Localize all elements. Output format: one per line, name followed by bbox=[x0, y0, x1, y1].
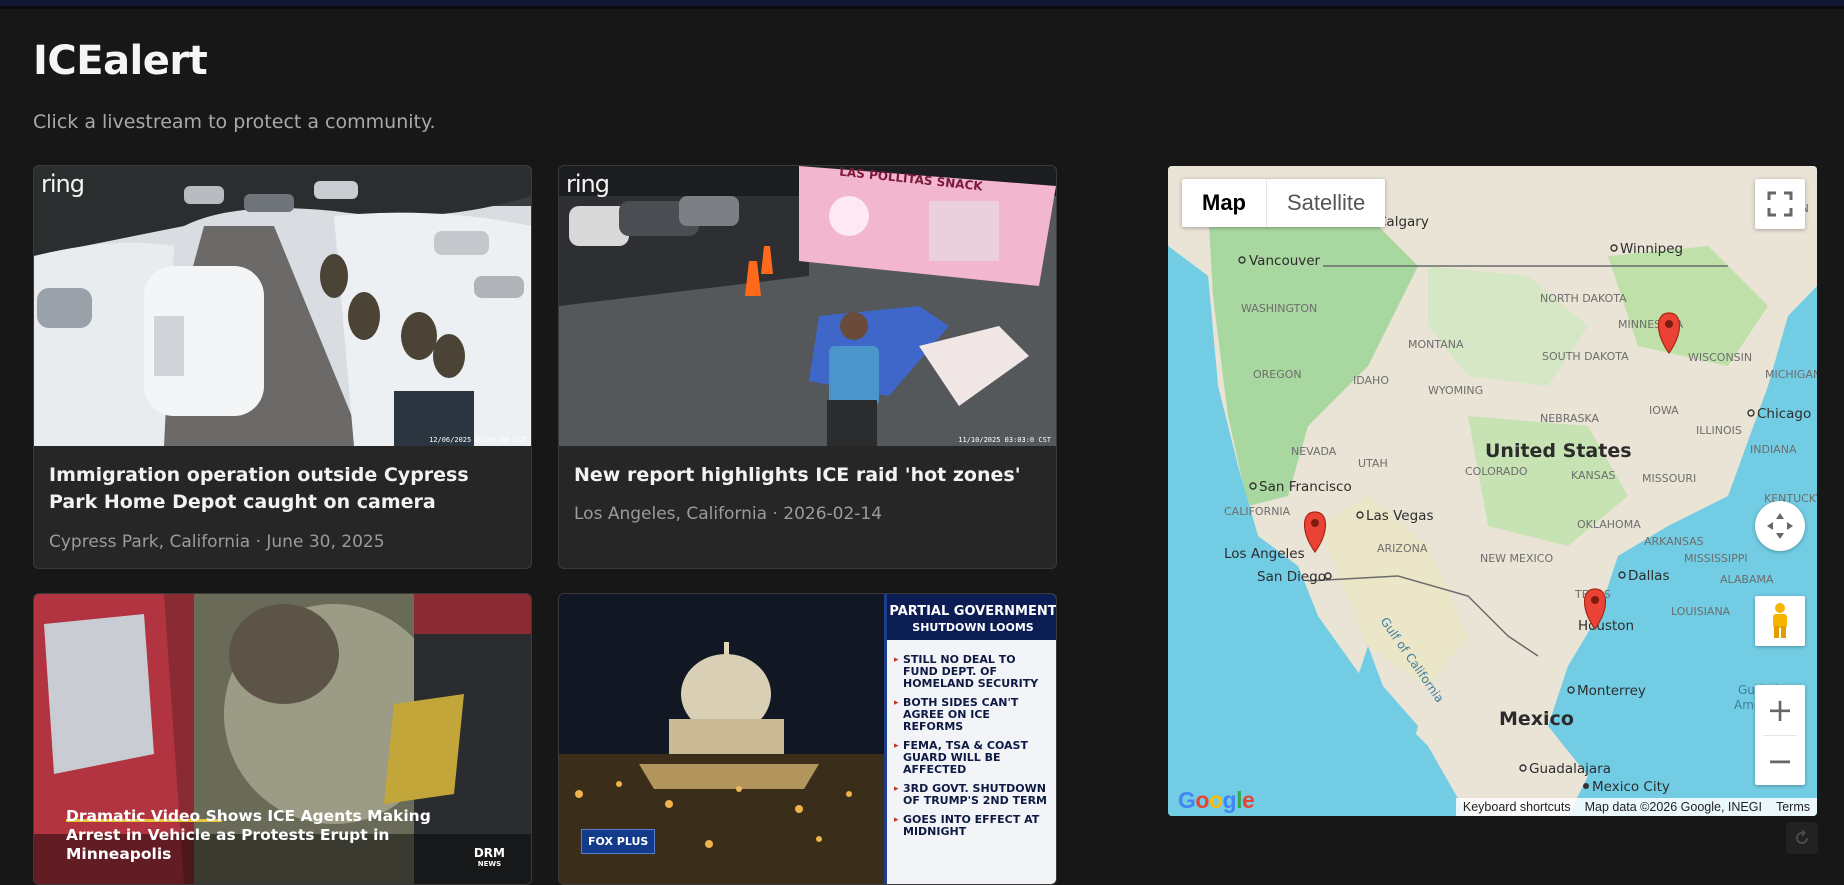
region-label: ARKANSAS bbox=[1644, 535, 1704, 548]
fox-plus-logo: FOX PLUS bbox=[581, 829, 656, 854]
region-label: NORTH DAKOTA bbox=[1540, 292, 1627, 305]
map-type-toggle[interactable]: Map Satellite bbox=[1182, 179, 1386, 227]
city-label: Vancouver bbox=[1249, 253, 1321, 269]
map-attribution: Keyboard shortcuts Map data ©2026 Google… bbox=[1455, 798, 1817, 816]
region-label: INDIANA bbox=[1750, 443, 1797, 456]
livestream-card-cypress-park[interactable]: ring 12/06/2025 01:54:08 CST Immigration… bbox=[33, 165, 532, 569]
night-food-truck-image bbox=[559, 166, 1056, 446]
city-label: Las Vegas bbox=[1366, 508, 1434, 524]
country-label: Mexico bbox=[1499, 708, 1574, 730]
camera-timestamp: 12/06/2025 01:54:08 CST bbox=[429, 436, 526, 444]
pan-arrows-icon bbox=[1767, 513, 1793, 539]
zoom-out-button[interactable]: − bbox=[1755, 736, 1805, 786]
news-ticker-panel: PARTIAL GOVERNMENT SHUTDOWN LOOMS STILL … bbox=[884, 594, 1056, 884]
region-label: MICHIGAN bbox=[1765, 368, 1817, 381]
livestream-thumbnail[interactable]: ring 12/06/2025 01:54:08 CST bbox=[34, 166, 531, 446]
region-label: OREGON bbox=[1253, 368, 1302, 381]
region-label: ILLINOIS bbox=[1696, 424, 1742, 437]
region-label: NEW MEXICO bbox=[1480, 552, 1553, 565]
card-title[interactable]: Immigration operation outside Cypress Pa… bbox=[49, 462, 516, 516]
card-meta: Los Angeles, California · 2026-02-14 bbox=[574, 504, 883, 524]
livestream-card-minneapolis-arrest[interactable]: Dramatic Video Shows ICE Agents Making A… bbox=[33, 593, 532, 885]
terms-link[interactable]: Terms bbox=[1768, 798, 1817, 816]
fullscreen-icon bbox=[1767, 191, 1793, 217]
city-label: Monterrey bbox=[1577, 683, 1646, 699]
livestream-thumbnail[interactable]: ring 11/10/2025 03:03:0 CST LAS POLLITAS… bbox=[559, 166, 1056, 446]
region-label: MISSOURI bbox=[1642, 472, 1696, 485]
camera-timestamp: 11/10/2025 03:03:0 CST bbox=[958, 436, 1051, 444]
news-headline: PARTIAL GOVERNMENT SHUTDOWN LOOMS bbox=[887, 594, 1056, 640]
news-bullets: STILL NO DEAL TO FUND DEPT. OF HOMELAND … bbox=[887, 640, 1056, 838]
headline-line-1: PARTIAL GOVERNMENT bbox=[889, 604, 1056, 619]
city-label: Los Angeles bbox=[1224, 546, 1305, 562]
region-label: UTAH bbox=[1358, 457, 1388, 470]
city-label: Winnipeg bbox=[1620, 241, 1683, 257]
country-label: United States bbox=[1485, 440, 1632, 462]
city-label: Dallas bbox=[1628, 568, 1669, 584]
region-label: ARIZONA bbox=[1377, 542, 1428, 555]
region-label: KANSAS bbox=[1571, 469, 1615, 482]
page-subtitle: Click a livestream to protect a communit… bbox=[33, 111, 436, 133]
map-data-credit: Map data ©2026 Google, INEGI bbox=[1577, 798, 1769, 816]
region-label: OKLAHOMA bbox=[1577, 518, 1641, 531]
region-label: LOUISIANA bbox=[1671, 605, 1731, 618]
news-bullet: BOTH SIDES CAN'T AGREE ON ICE REFORMS bbox=[894, 697, 1053, 733]
region-label: SOUTH DAKOTA bbox=[1542, 350, 1629, 363]
map-canvas[interactable]: WASHINGTON MONTANA NORTH DAKOTA MINNESOT… bbox=[1168, 166, 1817, 816]
incident-map[interactable]: WASHINGTON MONTANA NORTH DAKOTA MINNESOT… bbox=[1168, 166, 1817, 816]
region-label: COLORADO bbox=[1465, 465, 1528, 478]
region-label: WYOMING bbox=[1428, 384, 1483, 397]
refresh-icon bbox=[1796, 829, 1808, 844]
news-bullet: STILL NO DEAL TO FUND DEPT. OF HOMELAND … bbox=[894, 654, 1053, 690]
livestream-card-shutdown[interactable]: PARTIAL GOVERNMENT SHUTDOWN LOOMS STILL … bbox=[558, 593, 1057, 885]
city-label: Chicago bbox=[1757, 406, 1811, 422]
news-bullet: FEMA, TSA & COAST GUARD WILL BE AFFECTED bbox=[894, 740, 1053, 776]
pegman-icon bbox=[1773, 603, 1787, 638]
headline-line-2: SHUTDOWN LOOMS bbox=[912, 621, 1034, 634]
region-label: IDAHO bbox=[1353, 374, 1389, 387]
drm-logo-text: DRM bbox=[473, 846, 505, 860]
drm-news-logo: DRM NEWS bbox=[473, 846, 505, 870]
region-label: WASHINGTON bbox=[1241, 302, 1317, 315]
top-border bbox=[0, 0, 1844, 9]
news-bullet: GOES INTO EFFECT AT MIDNIGHT bbox=[894, 814, 1053, 838]
region-label: WISCONSIN bbox=[1688, 351, 1752, 364]
fullscreen-button[interactable] bbox=[1755, 179, 1805, 229]
google-logo: Google bbox=[1178, 787, 1255, 813]
city-label: Houston bbox=[1578, 618, 1634, 634]
map-type-satellite-button[interactable]: Satellite bbox=[1267, 179, 1385, 227]
city-label: San Diego bbox=[1257, 569, 1326, 585]
map-pan-control[interactable] bbox=[1755, 501, 1805, 551]
video-caption: Dramatic Video Shows ICE Agents Making A… bbox=[66, 807, 431, 863]
region-label: IOWA bbox=[1649, 404, 1679, 417]
page-title: ICEalert bbox=[33, 38, 208, 84]
city-label: Guadalajara bbox=[1529, 761, 1611, 777]
news-bullet: 3RD GOVT. SHUTDOWN OF TRUMP'S 2ND TERM bbox=[894, 783, 1053, 807]
snowy-parking-lot-image bbox=[34, 166, 531, 446]
city-label: Mexico City bbox=[1592, 779, 1670, 795]
city-label: San Francisco bbox=[1259, 479, 1352, 495]
region-label: CALIFORNIA bbox=[1224, 505, 1291, 518]
card-title[interactable]: New report highlights ICE raid 'hot zone… bbox=[574, 462, 1041, 489]
region-label: MISSISSIPPI bbox=[1684, 552, 1748, 565]
keyboard-shortcuts-link[interactable]: Keyboard shortcuts bbox=[1455, 798, 1578, 816]
livestream-thumbnail[interactable]: Dramatic Video Shows ICE Agents Making A… bbox=[34, 594, 531, 884]
livestream-card-hot-zones[interactable]: ring 11/10/2025 03:03:0 CST LAS POLLITAS… bbox=[558, 165, 1057, 569]
region-label: NEVADA bbox=[1291, 445, 1337, 458]
zoom-in-button[interactable]: + bbox=[1755, 685, 1805, 735]
ring-logo: ring bbox=[566, 170, 610, 198]
region-label: ALABAMA bbox=[1720, 573, 1774, 586]
region-label: MONTANA bbox=[1408, 338, 1464, 351]
ring-logo: ring bbox=[41, 170, 85, 198]
card-meta: Cypress Park, California · June 30, 2025 bbox=[49, 532, 385, 552]
map-type-map-button[interactable]: Map bbox=[1182, 179, 1267, 227]
reset-button[interactable] bbox=[1786, 822, 1818, 854]
zoom-controls[interactable]: + − bbox=[1755, 685, 1805, 785]
region-label: NEBRASKA bbox=[1540, 412, 1599, 425]
drm-logo-sub: NEWS bbox=[477, 860, 502, 868]
livestream-thumbnail[interactable]: PARTIAL GOVERNMENT SHUTDOWN LOOMS STILL … bbox=[559, 594, 1056, 884]
street-view-pegman[interactable] bbox=[1755, 596, 1805, 646]
